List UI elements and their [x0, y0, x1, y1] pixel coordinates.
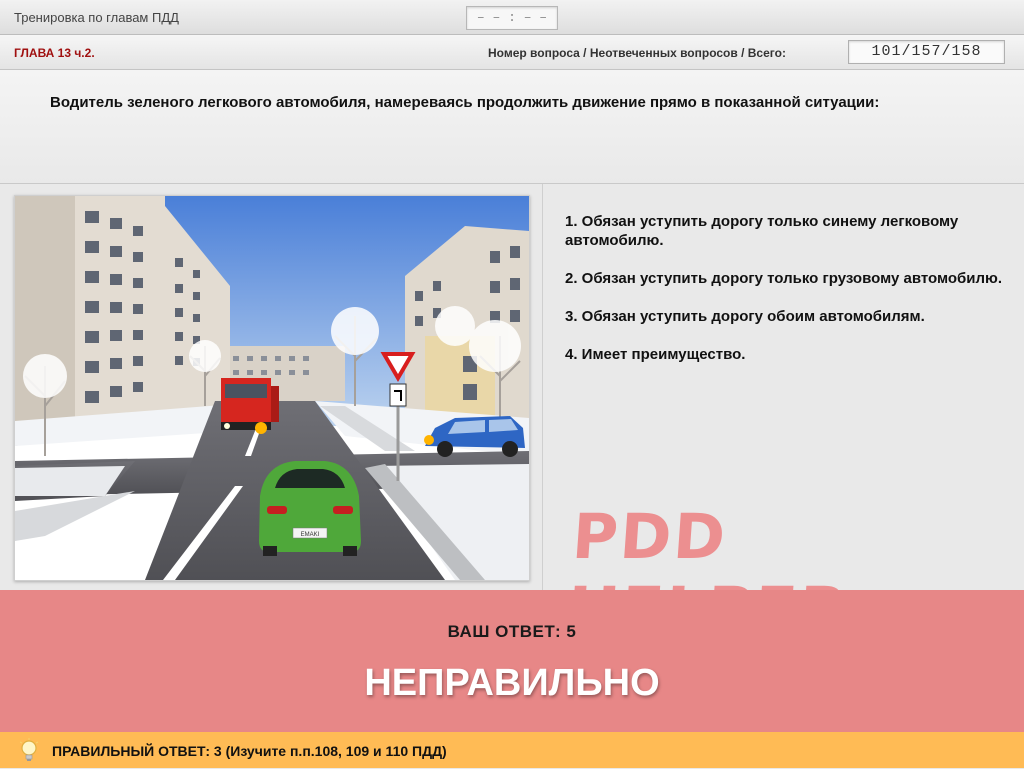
title-bar: Тренировка по главам ПДД – – : – – — [0, 0, 1024, 35]
traffic-scene-image: EMAKI — [14, 195, 530, 581]
answer-option-2[interactable]: 2. Обязан уступить дорогу только грузово… — [565, 269, 1005, 288]
answer-option-4[interactable]: 4. Имеет преимущество. — [565, 345, 1005, 364]
lightbulb-icon — [18, 738, 40, 764]
result-panel: ВАШ ОТВЕТ: 5 НЕПРАВИЛЬНО — [0, 590, 1024, 732]
green-car: EMAKI — [259, 461, 361, 556]
info-bar: ГЛАВА 13 ч.2. Номер вопроса / Неотвеченн… — [0, 35, 1024, 70]
verdict-label: НЕПРАВИЛЬНО — [364, 662, 660, 704]
app-title: Тренировка по главам ПДД — [14, 10, 179, 25]
answer-option-3[interactable]: 3. Обязан уступить дорогу обоим автомоби… — [565, 307, 1005, 326]
answer-list: 1. Обязан уступить дорогу только синему … — [565, 212, 1005, 383]
license-plate: EMAKI — [301, 532, 320, 538]
your-answer-label: ВАШ ОТВЕТ: 5 — [447, 622, 577, 641]
question-counter: 101/157/158 — [848, 40, 1005, 64]
panel-divider — [542, 184, 543, 590]
timer-display: – – : – – — [466, 6, 558, 30]
question-text: Водитель зеленого легкового автомобиля, … — [50, 94, 880, 111]
question-counter-label: Номер вопроса / Неотвеченных вопросов / … — [488, 46, 786, 60]
answer-option-1[interactable]: 1. Обязан уступить дорогу только синему … — [565, 212, 1005, 250]
chapter-label: ГЛАВА 13 ч.2. — [14, 46, 95, 60]
correct-answer-text: ПРАВИЛЬНЫЙ ОТВЕТ: 3 (Изучите п.п.108, 10… — [52, 743, 447, 759]
correct-answer-bar: ПРАВИЛЬНЫЙ ОТВЕТ: 3 (Изучите п.п.108, 10… — [0, 732, 1024, 768]
red-truck — [221, 378, 279, 434]
question-area: Водитель зеленого легкового автомобиля, … — [0, 70, 1024, 184]
